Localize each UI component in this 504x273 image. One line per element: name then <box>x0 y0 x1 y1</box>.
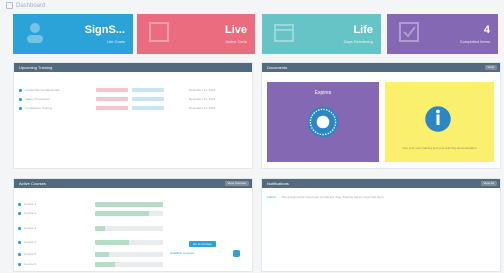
view-button[interactable]: View <box>484 65 497 70</box>
course-name: Course 3 <box>24 226 37 230</box>
notification-text: The assignments have been completed. Sta… <box>281 195 387 199</box>
active-courses-panel: Active Courses View Courses <box>13 178 253 272</box>
page-title: Dashboard <box>6 2 45 9</box>
list-item[interactable]: Course 4 <box>18 240 36 244</box>
list-item[interactable]: Course 2 <box>18 211 36 215</box>
stat-label: Days Remaining <box>343 39 373 44</box>
progress-fill <box>95 202 163 207</box>
certificate-icon <box>149 22 169 42</box>
bullet-icon <box>18 226 21 230</box>
view-all-button[interactable]: View All <box>480 181 497 186</box>
stat-value: 4 <box>483 24 490 36</box>
progress-bar <box>95 202 163 207</box>
list-item[interactable]: Course 3 <box>18 226 36 230</box>
stat-tile-4[interactable]: 4 Completed Items <box>387 14 498 54</box>
progress-fill <box>95 240 129 245</box>
refresh-icon[interactable] <box>233 250 240 257</box>
course-name: Course 6 <box>24 262 37 266</box>
date-label: December 31, 2015 <box>189 97 216 101</box>
stat-value: Live <box>224 24 247 36</box>
stat-label: Completed Items <box>459 39 490 44</box>
progress-bar <box>95 262 163 267</box>
status-badge <box>96 97 128 101</box>
status-badge <box>96 88 128 92</box>
calendar-icon <box>274 24 294 42</box>
guide-text: Use your user training and your learning… <box>402 146 477 150</box>
course-name: Course 2 <box>24 211 37 215</box>
panel-header: Notifications View All <box>262 179 500 188</box>
stat-tile-2[interactable]: Live Active Certs <box>137 14 255 54</box>
progress-bar <box>95 211 163 216</box>
progress-fill <box>95 252 109 257</box>
bullet-icon <box>18 202 21 206</box>
check-icon <box>399 22 419 42</box>
available-courses-link[interactable]: Available Courses <box>170 251 194 255</box>
view-courses-button[interactable]: View Courses <box>224 181 249 186</box>
course-name: Course 4 <box>24 240 37 244</box>
info-icon <box>425 106 451 132</box>
home-icon <box>6 2 13 9</box>
date-label: December 31, 2015 <box>189 106 216 110</box>
list-item[interactable]: Leadership Fundamentals <box>19 88 60 92</box>
expire-card[interactable]: Expires <box>267 82 379 162</box>
status-badge <box>132 97 164 101</box>
expire-title: Expires <box>314 90 332 96</box>
bullet-icon <box>19 106 22 110</box>
notification-item[interactable]: Admin The assignments have been complete… <box>267 195 492 199</box>
upcoming-training-panel: Upcoming Training Leadership Fundamental… <box>13 62 253 169</box>
status-badge <box>132 88 164 92</box>
course-name: Course 5 <box>24 252 37 256</box>
user-icon <box>27 23 43 43</box>
panel-header: Upcoming Training <box>14 63 252 72</box>
progress-bar <box>95 240 163 245</box>
status-badge <box>96 106 128 110</box>
list-item[interactable]: Course 5 <box>18 252 36 256</box>
progress-fill <box>95 226 106 231</box>
progress-fill <box>95 262 116 267</box>
stat-label: Active Certs <box>225 39 247 44</box>
progress-fill <box>95 211 150 216</box>
panel-header: Documents View <box>262 63 500 72</box>
bullet-icon <box>18 211 21 215</box>
course-name: Course 1 <box>24 202 37 206</box>
bullet-icon <box>19 88 22 92</box>
stat-value: SignS... <box>84 24 125 36</box>
bullet-icon <box>19 97 22 101</box>
date-label: December 31, 2015 <box>189 88 216 92</box>
progress-bar <box>95 226 163 231</box>
panel-header: Active Courses View Courses <box>14 179 252 188</box>
status-badge <box>132 106 164 110</box>
stat-tile-1[interactable]: SignS... Life Goals <box>13 14 133 54</box>
list-item[interactable]: Course 6 <box>18 262 36 266</box>
notifications-panel: Notifications View All Admin The assignme… <box>261 178 501 272</box>
list-item[interactable]: Compliance Training <box>19 106 52 110</box>
progress-bar <box>95 252 163 257</box>
list-item[interactable]: Safety Procedures <box>19 97 50 101</box>
list-item[interactable]: Course 1 <box>18 202 36 206</box>
bullet-icon <box>18 252 21 256</box>
guide-card[interactable]: Use your user training and your learning… <box>385 82 494 162</box>
stat-tile-3[interactable]: Life Days Remaining <box>262 14 381 54</box>
bullet-icon <box>18 240 21 244</box>
stat-label: Life Goals <box>106 39 125 44</box>
stat-value: Life <box>353 24 373 36</box>
go-to-courses-button[interactable]: Go to courses <box>189 241 216 247</box>
timer-icon <box>307 106 339 138</box>
notification-from: Admin <box>267 195 276 199</box>
bullet-icon <box>18 262 21 266</box>
